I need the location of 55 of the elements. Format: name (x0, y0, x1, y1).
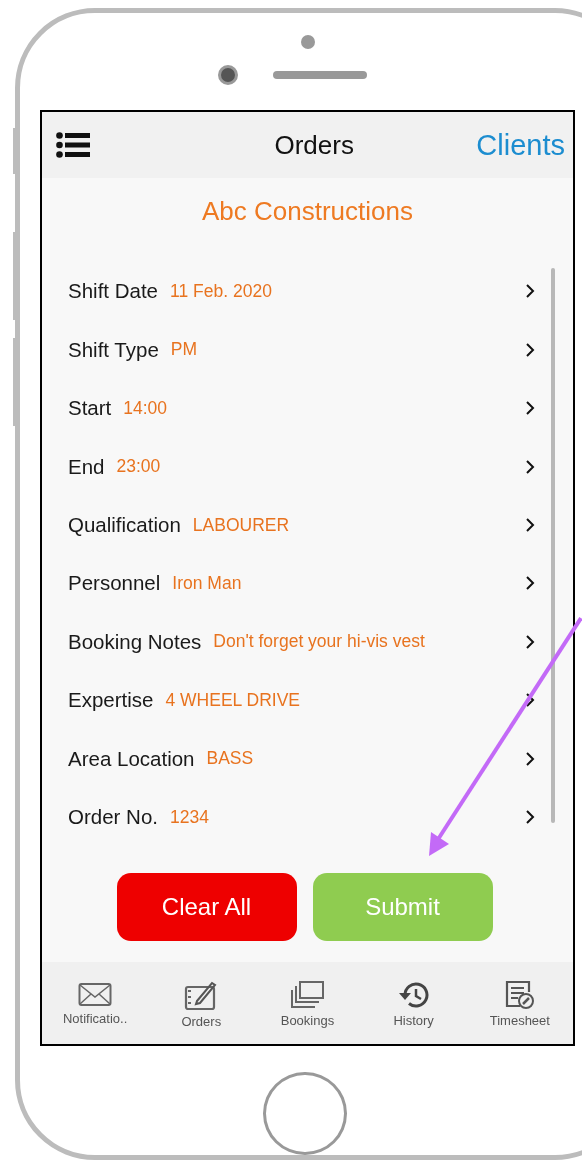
order-field-row[interactable]: Shift Type PM (68, 320, 535, 380)
chevron-icon (525, 809, 535, 825)
order-field-row[interactable]: Order No. 1234 (68, 787, 535, 847)
client-name: Abc Constructions (201, 196, 414, 229)
camera-icon (218, 65, 238, 85)
order-field-row[interactable]: Area Location BASS (68, 729, 535, 788)
tab-item[interactable]: Orders (151, 978, 252, 1029)
chevron-icon (525, 633, 535, 650)
field-label: Personnel (68, 571, 161, 596)
tab-item[interactable]: Bookings (257, 979, 358, 1028)
chevron-icon (525, 458, 535, 475)
field-value: PM (170, 339, 198, 361)
field-label: Start (68, 396, 112, 421)
sensor-dot (300, 35, 315, 49)
field-label: End (68, 454, 105, 479)
field-label: Shift Date (68, 279, 159, 304)
screen-title: Orders (274, 129, 354, 161)
field-label: Qualification (68, 513, 181, 538)
chevron-icon (525, 283, 535, 300)
field-value: 4 WHEEL DRIVE (165, 689, 300, 711)
envelope-icon (78, 981, 113, 1008)
order-field-row[interactable]: Personnel Iron Man (68, 554, 535, 613)
order-field-row[interactable]: Expertise 4 WHEEL DRIVE (68, 671, 535, 730)
field-value: Iron Man (172, 572, 242, 594)
chevron-icon (525, 692, 535, 709)
field-label: Order No. (68, 805, 158, 829)
chevron-icon (525, 400, 535, 417)
order-field-row[interactable]: Start 14:00 (68, 379, 535, 438)
field-value: 1234 (170, 806, 209, 828)
order-field-row[interactable]: Shift Date 11 Feb. 2020 (68, 262, 535, 321)
chevron-icon (525, 341, 535, 358)
tab-item[interactable]: History (363, 979, 464, 1028)
tab-item[interactable]: Notificatio.. (45, 981, 146, 1026)
tab-item[interactable]: Timesheet (469, 979, 570, 1028)
field-value: 14:00 (123, 397, 168, 419)
field-label: Booking Notes (68, 629, 202, 654)
timesheet-icon (503, 979, 536, 1010)
field-value: 23:00 (116, 456, 161, 478)
field-value: Don't forget your hi-vis vest (213, 631, 425, 653)
order-field-row[interactable]: Booking Notes Don't forget your hi-vis vest (68, 612, 535, 672)
chevron-icon (525, 517, 535, 534)
menu-icon[interactable] (56, 132, 90, 159)
stacked-windows-icon (289, 979, 326, 1010)
chevron-icon (525, 575, 535, 592)
field-label: Area Location (68, 746, 195, 771)
field-value: 11 Feb. 2020 (170, 281, 272, 302)
field-label: Expertise (68, 688, 154, 713)
field-label: Shift Type (68, 337, 159, 362)
field-value: BASS (206, 748, 254, 770)
clear-all-button[interactable]: Clear All (116, 873, 297, 942)
field-value: LABOURER (192, 514, 290, 536)
home-button[interactable] (263, 1071, 347, 1155)
order-field-row[interactable]: Qualification LABOURER (68, 495, 535, 555)
chevron-icon (525, 750, 535, 767)
order-field-row[interactable]: End 23:00 (68, 437, 535, 496)
